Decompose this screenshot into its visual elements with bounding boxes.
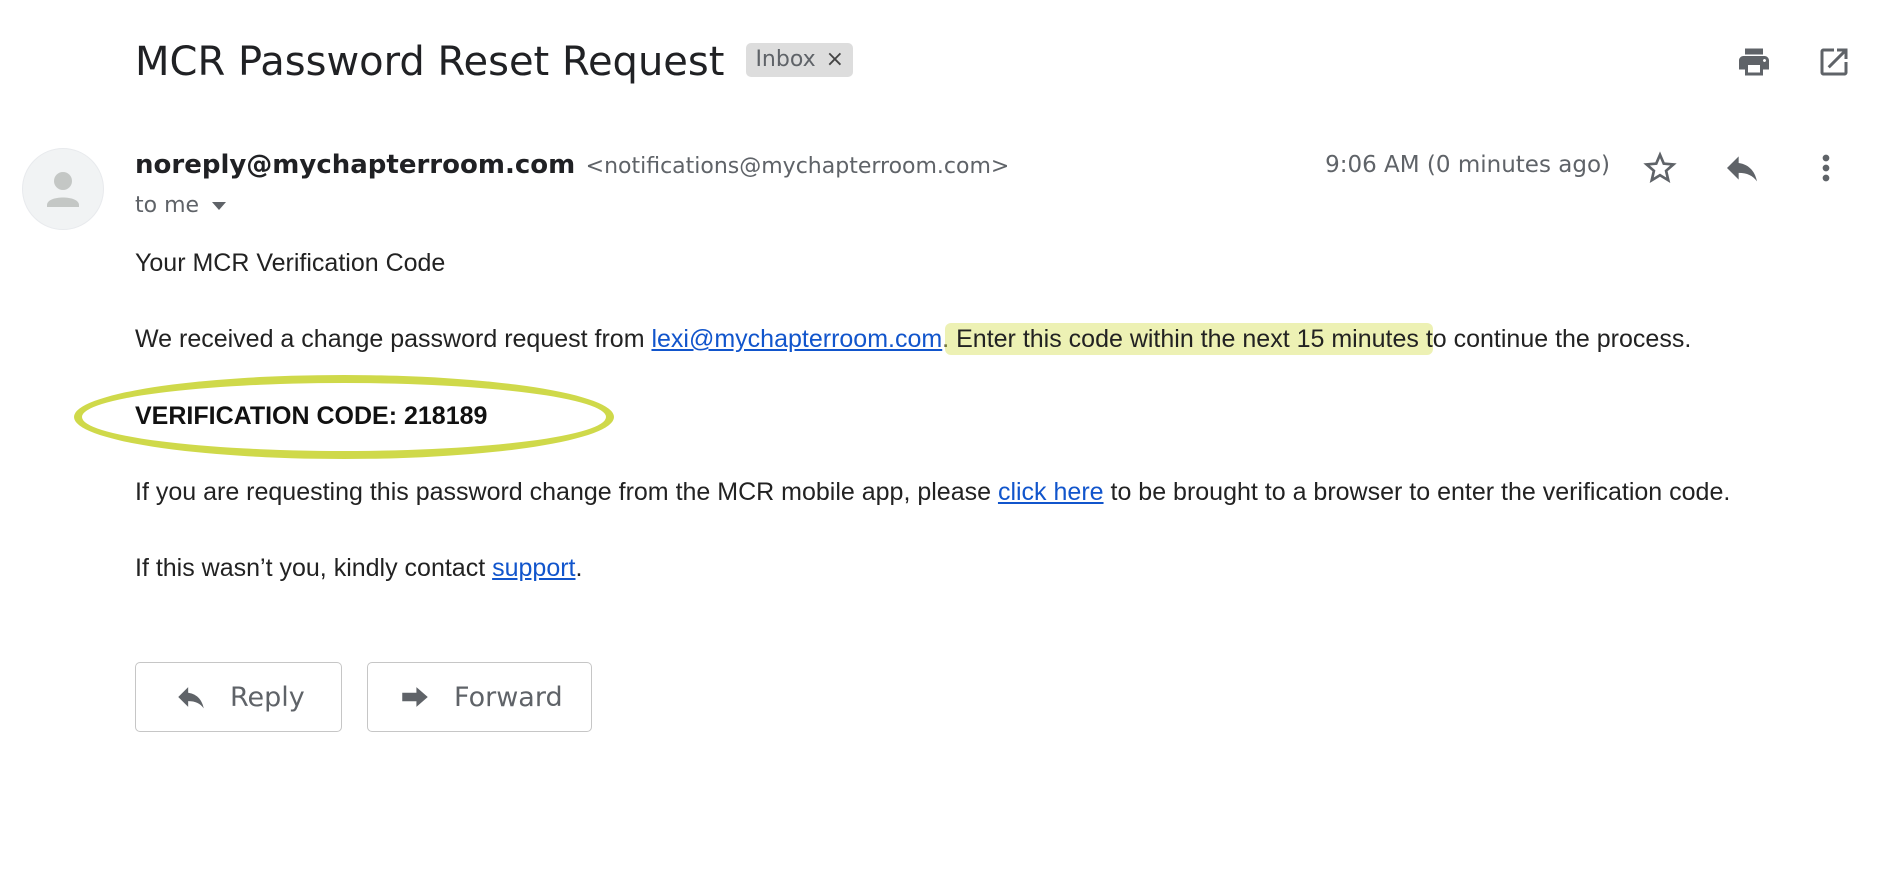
email-subject: MCR Password Reset Request — [135, 39, 725, 85]
recipient-text: to me — [135, 193, 200, 218]
sender-email-link[interactable]: lexi@mychapterroom.com — [651, 325, 942, 353]
person-icon — [47, 172, 79, 207]
avatar — [22, 148, 104, 230]
remove-label-icon[interactable]: × — [826, 47, 844, 72]
sender-email: <notifications@mychapterroom.com> — [585, 154, 1010, 179]
label-text: Inbox — [755, 47, 816, 72]
body-paragraph-2: If you are requesting this password chan… — [135, 478, 1730, 507]
body-paragraph-3: If this wasn’t you, kindly contact suppo… — [135, 554, 582, 583]
verification-code: VERIFICATION CODE: 218189 — [135, 402, 488, 430]
reply-button[interactable]: Reply — [135, 662, 342, 732]
forward-icon — [402, 687, 428, 707]
p1-after: o continue the process. — [1432, 325, 1692, 353]
forward-button[interactable]: Forward — [367, 662, 592, 732]
p3-after: . — [575, 554, 583, 582]
sender-line: noreply@mychapterroom.com <notifications… — [135, 150, 1009, 180]
star-icon[interactable] — [1640, 148, 1680, 188]
subject-row: MCR Password Reset Request Inbox × — [135, 34, 854, 90]
body-paragraph-1: We received a change password request fr… — [135, 323, 1692, 355]
highlighted-text: Enter this code within the next 15 minut… — [945, 323, 1433, 355]
reply-label: Reply — [230, 681, 305, 713]
p2-text: If you are requesting this password chan… — [135, 478, 998, 506]
sender-name[interactable]: noreply@mychapterroom.com — [135, 150, 575, 180]
reply-icon — [178, 687, 204, 709]
p2-after: to be brought to a browser to enter the … — [1103, 478, 1731, 506]
forward-label: Forward — [454, 681, 563, 713]
more-vert-icon[interactable] — [1806, 148, 1846, 188]
recipient-dropdown[interactable]: to me — [135, 193, 227, 218]
p1-text: We received a change password request fr… — [135, 325, 652, 353]
open-in-new-window-icon[interactable] — [1816, 44, 1852, 80]
message-time: 9:06 AM (0 minutes ago) — [1325, 152, 1610, 178]
print-icon[interactable] — [1736, 44, 1772, 80]
support-link[interactable]: support — [492, 554, 575, 582]
caret-down-icon — [212, 201, 227, 210]
reply-icon[interactable] — [1722, 148, 1762, 188]
click-here-link[interactable]: click here — [998, 478, 1104, 506]
body-heading: Your MCR Verification Code — [135, 249, 446, 277]
inbox-label-chip[interactable]: Inbox × — [746, 43, 854, 77]
p3-text: If this wasn’t you, kindly contact — [135, 554, 493, 582]
